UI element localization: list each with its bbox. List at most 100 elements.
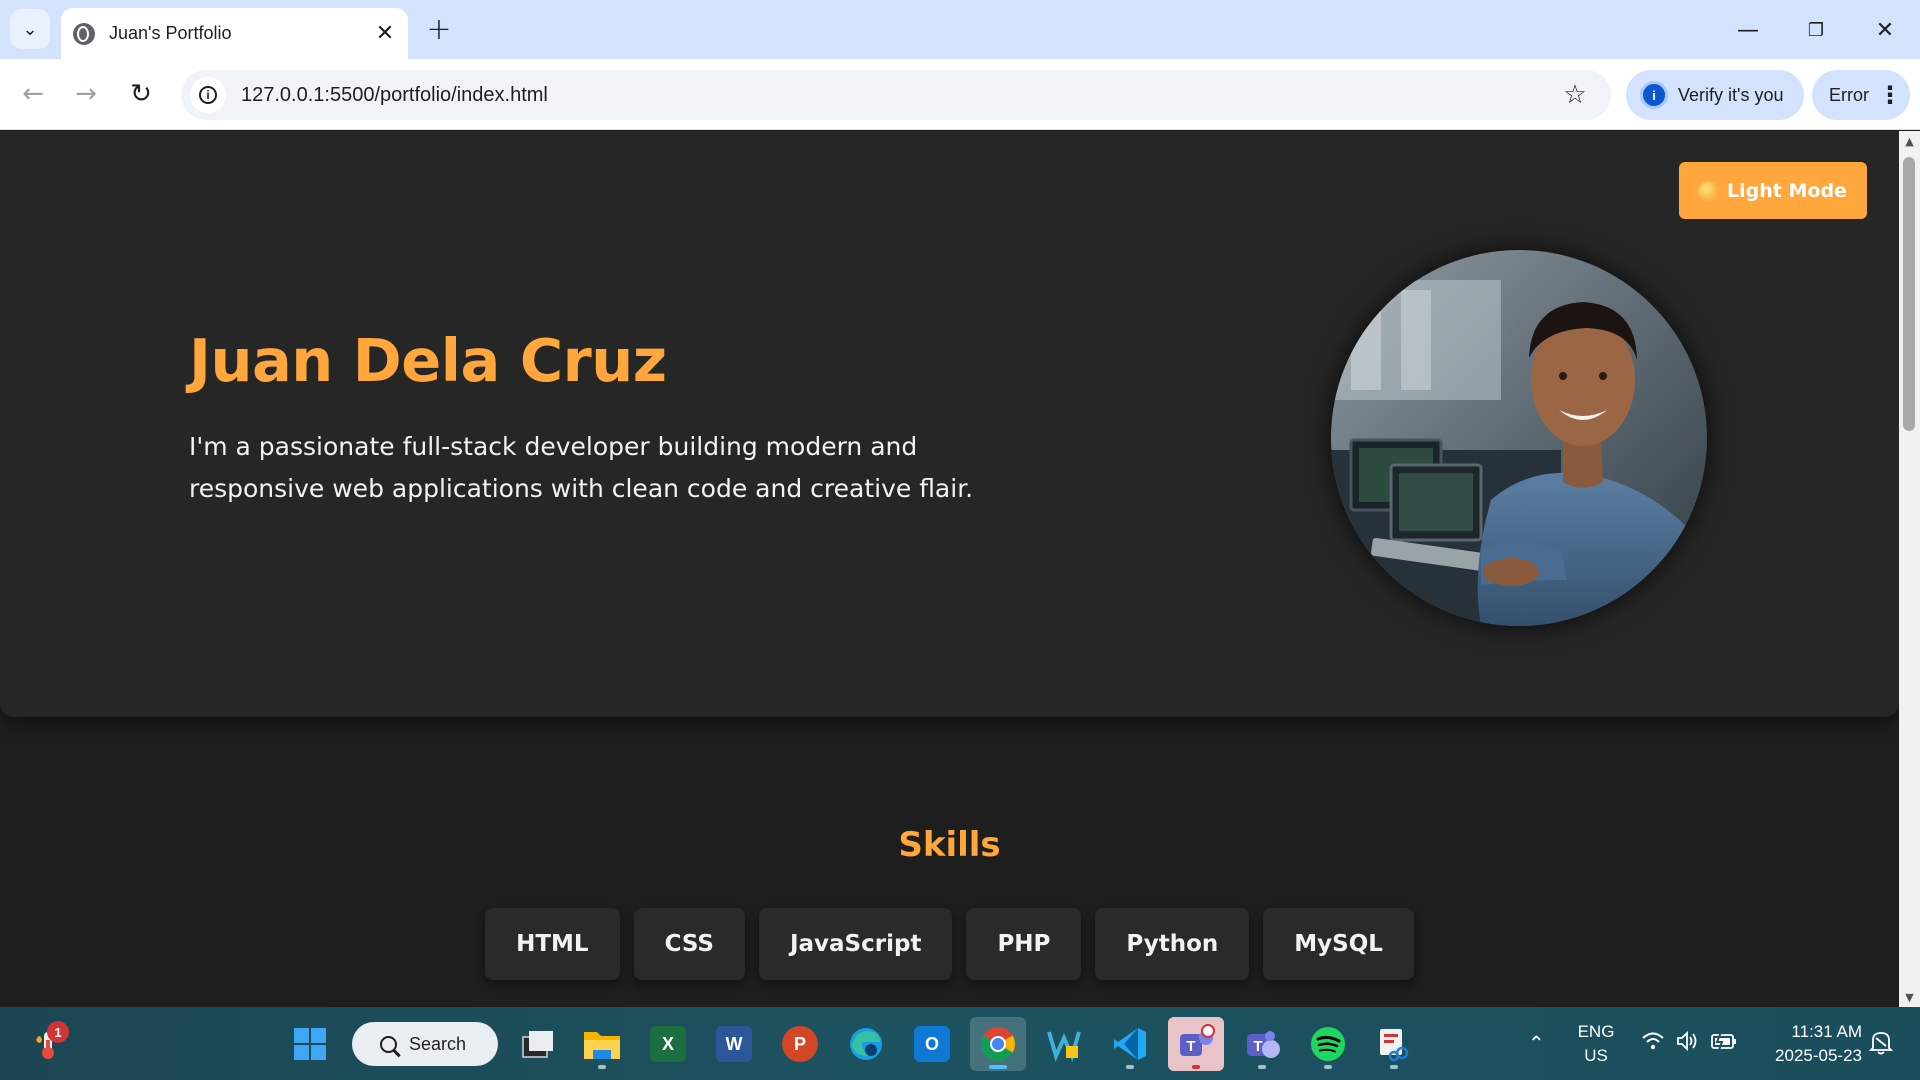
hero-bio: I'm a passionate full-stack developer bu…	[189, 432, 974, 503]
skills-list: HTML CSS JavaScript PHP Python MySQL	[0, 908, 1899, 980]
wifi-icon[interactable]	[1642, 1031, 1664, 1056]
search-label: Search	[409, 1033, 467, 1054]
task-view-icon	[522, 1031, 553, 1058]
bookmark-star-icon[interactable]: ☆	[1555, 75, 1595, 115]
taskbar-app-teams[interactable]: T	[1168, 1017, 1224, 1071]
hero-name: Juan Dela Cruz	[189, 326, 667, 395]
browser-toolbar: ← → ↻ i 127.0.0.1:5500/portfolio/index.h…	[0, 59, 1920, 130]
volume-icon[interactable]	[1675, 1029, 1699, 1058]
spotify-icon	[1311, 1027, 1345, 1061]
error-label: Error	[1829, 84, 1869, 105]
running-indicator	[989, 1065, 1007, 1069]
region-code: US	[1584, 1046, 1608, 1065]
app-w-icon	[1047, 1031, 1081, 1062]
skill-chip: PHP	[966, 908, 1082, 980]
skill-chip: Python	[1095, 908, 1250, 980]
running-indicator	[598, 1065, 606, 1069]
verify-identity-button[interactable]: i Verify it's you	[1626, 70, 1804, 120]
notification-badge: 1	[47, 1021, 69, 1043]
light-mode-toggle-button[interactable]: Light Mode	[1679, 162, 1867, 219]
scroll-down-arrow-icon[interactable]: ▼	[1902, 991, 1917, 1005]
sun-icon	[1699, 181, 1718, 200]
info-icon: i	[199, 86, 217, 104]
snipping-tool-icon	[1380, 1029, 1409, 1062]
powerpoint-icon: P	[782, 1026, 818, 1062]
back-button[interactable]: ←	[13, 74, 53, 114]
chevron-up-icon: ⌃	[1528, 1031, 1545, 1055]
arrow-right-icon: →	[75, 79, 97, 109]
windows-logo-icon	[294, 1028, 326, 1060]
running-indicator	[1126, 1065, 1134, 1069]
vscode-icon	[1114, 1028, 1146, 1060]
reload-button[interactable]: ↻	[121, 74, 161, 114]
reload-icon: ↻	[130, 79, 152, 109]
scroll-up-arrow-icon[interactable]: ▲	[1902, 135, 1917, 149]
verify-label: Verify it's you	[1678, 84, 1784, 105]
taskbar-app-spotify[interactable]	[1300, 1017, 1356, 1071]
profile-error-button[interactable]: Error ⋮	[1812, 70, 1910, 120]
close-icon[interactable]: ✕	[370, 19, 400, 49]
tab-search-button[interactable]: ⌄	[10, 9, 50, 49]
chevron-down-icon: ⌄	[22, 18, 38, 40]
new-tab-button[interactable]: +	[422, 12, 456, 47]
toggle-label: Light Mode	[1727, 179, 1847, 202]
clock-time: 11:31 AM	[1791, 1022, 1862, 1041]
taskbar-app-taskview[interactable]	[510, 1017, 566, 1071]
chrome-icon	[981, 1027, 1015, 1061]
skills-heading: Skills	[898, 825, 1001, 865]
minimize-icon: —	[1737, 17, 1759, 43]
outlook-icon: O	[914, 1026, 950, 1062]
taskbar-app-vscode[interactable]	[1102, 1017, 1158, 1071]
scrollbar-thumb[interactable]	[1903, 157, 1915, 431]
taskbar-search-button[interactable]: Search	[352, 1022, 498, 1066]
browser-tabstrip: ⌄ Juan's Portfolio ✕ + — ❐ ✕	[0, 0, 1920, 59]
restore-button[interactable]: ❐	[1794, 10, 1838, 50]
running-indicator	[1390, 1065, 1398, 1069]
taskbar-app-teams-classic[interactable]: T	[1234, 1017, 1290, 1071]
arrow-left-icon: ←	[22, 79, 44, 109]
notifications-bell-icon[interactable]	[1868, 1029, 1894, 1060]
language-indicator[interactable]: ENG US	[1570, 1022, 1622, 1066]
vertical-scrollbar[interactable]: ▲ ▼	[1899, 131, 1920, 1007]
taskbar-app-file-explorer[interactable]	[574, 1017, 630, 1071]
tab-title: Juan's Portfolio	[109, 23, 232, 43]
teams-classic-icon: T	[1247, 1031, 1280, 1058]
taskbar-app-word[interactable]: W	[706, 1017, 762, 1071]
taskbar-app-outlook[interactable]: O	[904, 1017, 960, 1071]
window-close-button[interactable]: ✕	[1863, 10, 1907, 50]
profile-avatar-icon: i	[1640, 81, 1668, 109]
running-indicator	[1258, 1065, 1266, 1069]
folder-icon	[584, 1032, 620, 1059]
edge-icon	[850, 1028, 882, 1060]
site-info-button[interactable]: i	[190, 77, 226, 113]
browser-tab-active[interactable]: Juan's Portfolio ✕	[61, 8, 408, 59]
excel-icon: X	[650, 1026, 686, 1062]
taskbar-app-snipping-tool[interactable]	[1366, 1017, 1422, 1071]
taskbar-app-chrome[interactable]	[970, 1017, 1026, 1071]
windows-taskbar: 1 Search X W P O T T ⌃ ENG US 11:31 AM 2…	[0, 1007, 1920, 1080]
hero-section: Light Mode Juan Dela Cruz I'm a passiona…	[0, 131, 1899, 717]
running-indicator	[1324, 1065, 1332, 1069]
close-icon: ✕	[1875, 17, 1895, 43]
forward-button[interactable]: →	[66, 74, 106, 114]
battery-icon[interactable]	[1711, 1031, 1737, 1055]
globe-icon	[73, 22, 95, 45]
taskbar-app-w[interactable]	[1036, 1017, 1092, 1071]
restore-icon: ❐	[1807, 19, 1825, 41]
taskbar-app-excel[interactable]: X	[640, 1017, 696, 1071]
address-bar[interactable]: i 127.0.0.1:5500/portfolio/index.html ☆	[181, 70, 1611, 120]
clock[interactable]: 11:31 AM 2025-05-23	[1756, 1022, 1862, 1066]
skill-chip: MySQL	[1263, 908, 1414, 980]
running-indicator	[1192, 1065, 1200, 1069]
start-button[interactable]	[282, 1017, 338, 1071]
taskbar-app-powerpoint[interactable]: P	[772, 1017, 828, 1071]
url-text[interactable]: 127.0.0.1:5500/portfolio/index.html	[241, 84, 1555, 107]
clock-date: 2025-05-23	[1775, 1046, 1862, 1065]
teams-icon: T	[1180, 1024, 1215, 1056]
more-menu-icon[interactable]: ⋮	[1876, 81, 1904, 109]
show-hidden-icons-button[interactable]: ⌃	[1528, 1031, 1545, 1055]
search-icon	[380, 1035, 397, 1053]
word-icon: W	[716, 1026, 752, 1062]
taskbar-app-edge[interactable]	[838, 1017, 894, 1071]
minimize-button[interactable]: —	[1726, 10, 1770, 50]
